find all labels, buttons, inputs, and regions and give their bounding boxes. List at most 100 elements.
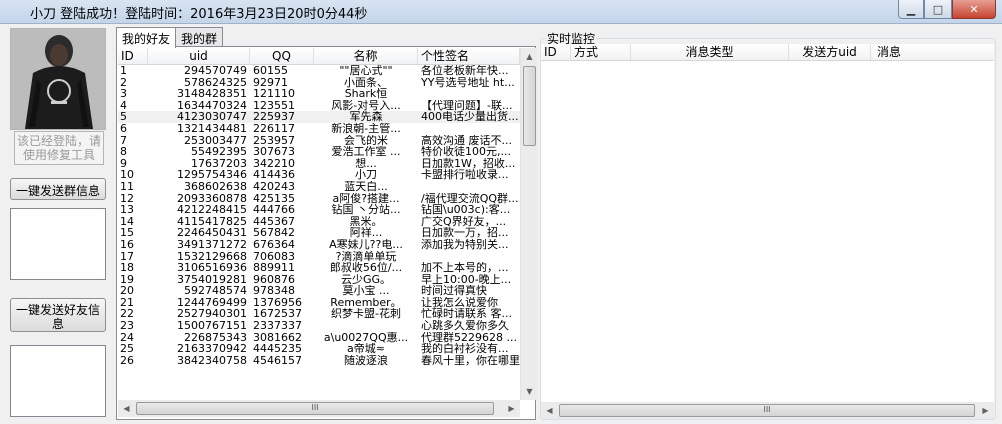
friend-qq: 225937 — [253, 111, 295, 123]
monitor-horizontal-scrollbar[interactable]: ◀ III ▶ — [541, 402, 994, 419]
tab-strip: 我的好友 我的群 — [116, 27, 224, 48]
table-row[interactable]: 25 2163370942 4445235 a帝城≈ 我的白衬衫没有... — [118, 343, 520, 355]
friend-qq: 4445235 — [253, 343, 302, 355]
friend-message-input[interactable] — [10, 345, 106, 417]
friend-id: 4 — [120, 99, 127, 112]
column-header-message-type[interactable]: 消息类型 — [631, 44, 789, 60]
table-row[interactable]: 21 1244769499 1376956 Remember。 让我怎么说爱你 — [118, 297, 520, 309]
monitor-scroll-right-icon[interactable]: ▶ — [977, 402, 994, 419]
friend-id: 26 — [120, 354, 134, 367]
friend-qq: 978348 — [253, 285, 295, 297]
friend-qq: 676364 — [253, 238, 295, 251]
friend-signature — [418, 251, 520, 263]
send-group-message-button[interactable]: 一键发送群信息 — [10, 178, 106, 200]
table-row[interactable]: 22 2527940301 1672537 织梦卡盟-花刺 忙碌时请联系 客... — [118, 308, 520, 320]
tab-my-groups[interactable]: 我的群 — [175, 27, 224, 47]
table-row[interactable]: 26 3842340758 4546157 随波逐浪 春风十里，你在哪里 — [118, 355, 520, 367]
maximize-icon: □ — [932, 2, 944, 16]
friends-vertical-scrollbar[interactable]: ▲ ▼ — [520, 48, 537, 400]
table-row[interactable]: 13 4212248415 444766 钻国 丶分站... 钻国\u003c):客..… — [118, 204, 520, 216]
minimize-button[interactable]: ▁ — [898, 0, 924, 19]
friend-id: 2 — [120, 76, 127, 89]
friend-name: a帝城≈ — [347, 343, 385, 355]
friend-signature: 特价收徒100元,... — [421, 146, 511, 158]
tab-my-friends[interactable]: 我的好友 — [116, 27, 177, 48]
friend-name: 小面条、 — [344, 76, 388, 89]
friend-qq: 444766 — [253, 204, 295, 216]
friend-name: 小刀 — [355, 169, 377, 181]
monitor-horizontal-scroll-thumb[interactable]: III — [559, 404, 975, 417]
friend-id: 20 — [120, 285, 134, 297]
table-row[interactable]: 9 17637203 342210 想... 日加款1W，招收... — [118, 158, 520, 170]
friend-id: 15 — [120, 227, 134, 239]
scroll-down-icon[interactable]: ▼ — [521, 383, 538, 400]
column-header-signature[interactable]: 个性签名 — [418, 48, 520, 64]
friend-qq: 425135 — [253, 192, 295, 205]
minimize-icon: ▁ — [906, 2, 916, 16]
friend-name — [314, 320, 418, 332]
table-row[interactable]: 3 3148428351 121110 Shark恒 — [118, 88, 520, 100]
friends-horizontal-scroll-thumb[interactable]: III — [136, 402, 494, 415]
scroll-right-icon[interactable]: ▶ — [503, 400, 520, 417]
table-row[interactable]: 16 3491371272 676364 A寒妹儿??电... 添加我为特别关... — [118, 239, 520, 251]
friend-uid: 253003477 — [184, 134, 247, 147]
friends-vertical-scroll-thumb[interactable] — [523, 66, 536, 146]
friend-signature: 我的白衬衫没有... — [421, 343, 509, 355]
friend-signature: 卡盟排行啦收录... — [421, 169, 509, 181]
friend-name: 钻国 丶分站... — [331, 204, 401, 216]
table-row[interactable]: 10 1295754346 414436 小刀 卡盟排行啦收录... — [118, 169, 520, 181]
friend-name: A寒妹儿??电... — [329, 238, 403, 251]
column-header-id[interactable]: ID — [118, 48, 148, 64]
column-header-monitor-id[interactable]: ID — [541, 44, 571, 60]
column-header-method[interactable]: 方式 — [571, 44, 631, 60]
table-row[interactable]: 14 4115417825 445367 黑米。 广交Q界好友，... — [118, 216, 520, 228]
column-header-message[interactable]: 消息 — [871, 44, 994, 60]
friends-list[interactable]: ID uid QQ 名称 个性签名 1 294570749 60155 ""居心式""… — [118, 48, 520, 400]
friends-horizontal-scrollbar[interactable]: ◀ III ▶ — [118, 400, 520, 417]
column-header-qq[interactable]: QQ — [250, 48, 314, 64]
table-row[interactable]: 1 294570749 60155 ""居心式"" 各位老板新年快... — [118, 65, 520, 77]
friend-signature: 各位老板新年快... — [421, 65, 509, 77]
table-row[interactable]: 5 4123030747 225937 军先森 400电话少量出货... — [118, 111, 520, 123]
avatar-caption: 该已经登陆，请使用修复工具 — [16, 134, 101, 162]
friend-signature: 高效沟通 废话不... — [421, 134, 512, 147]
table-row[interactable]: 2 578624325 92971 小面条、 YY号选号地址 ht... — [118, 77, 520, 89]
friend-id: 13 — [120, 204, 134, 216]
status-button[interactable]: 该已经登陆，请使用修复工具 — [14, 131, 104, 165]
table-row[interactable]: 4 1634470324 123551 风影-对号入... 【代理问题】-联... — [118, 100, 520, 112]
table-row[interactable]: 24 226875343 3081662 a\u0027QQ惠... 代理群522962… — [118, 332, 520, 344]
table-row[interactable]: 17 1532129668 706083 ?滴滴单单玩 — [118, 251, 520, 263]
friend-uid: 1500767151 — [177, 320, 247, 332]
column-header-uid[interactable]: uid — [148, 48, 250, 64]
column-header-name[interactable]: 名称 — [314, 48, 418, 64]
friend-qq: 342210 — [253, 157, 295, 170]
friend-qq: 1376956 — [253, 296, 302, 309]
scroll-left-icon[interactable]: ◀ — [118, 400, 135, 417]
table-row[interactable]: 7 253003477 253957 会飞的米 高效沟通 废话不... — [118, 135, 520, 147]
table-row[interactable]: 15 2246450431 567842 阿祥... 日加款一万，招... — [118, 227, 520, 239]
group-message-input[interactable] — [10, 208, 106, 280]
table-row[interactable]: 6 1321434481 226117 新浪朝-主管... — [118, 123, 520, 135]
monitor-list[interactable]: ID 方式 消息类型 发送方uid 消息 — [541, 44, 994, 402]
maximize-button[interactable]: □ — [924, 0, 952, 19]
friend-name: 织梦卡盟-花刺 — [331, 308, 401, 321]
column-header-sender-uid[interactable]: 发送方uid — [789, 44, 871, 60]
friend-uid: 368602638 — [184, 180, 247, 193]
friend-signature: YY号选号地址 ht... — [421, 76, 515, 89]
monitor-scroll-left-icon[interactable]: ◀ — [541, 402, 558, 419]
close-button[interactable]: ✕ — [952, 0, 996, 19]
scroll-up-icon[interactable]: ▲ — [521, 48, 538, 65]
table-row[interactable]: 20 592748574 978348 莫小宝 ... 时间过得真快 — [118, 285, 520, 297]
friend-uid: 578624325 — [184, 76, 247, 89]
send-friend-message-button[interactable]: 一键发送好友信息 — [10, 298, 106, 332]
table-row[interactable]: 23 1500767151 2337337 心跳多久爱你多久 — [118, 320, 520, 332]
friend-name: 随波逐浪 — [344, 354, 388, 367]
friend-name: 想... — [355, 157, 377, 170]
table-row[interactable]: 11 368602638 420243 蓝天白... — [118, 181, 520, 193]
friend-id: 25 — [120, 343, 134, 355]
table-row[interactable]: 18 3106516936 889911 郎叔收56位/... 加不上本号的，... — [118, 262, 520, 274]
table-row[interactable]: 12 2093360878 425135 a阿俊?搭建... /福代理交流QQ群... — [118, 193, 520, 205]
table-row[interactable]: 19 3754019281 960876 云少GG。 早上10:00-晚上... — [118, 274, 520, 286]
friend-signature: 加不上本号的，... — [421, 262, 509, 274]
table-row[interactable]: 8 55492395 307673 爱浩工作室 ... 特价收徒100元,... — [118, 146, 520, 158]
